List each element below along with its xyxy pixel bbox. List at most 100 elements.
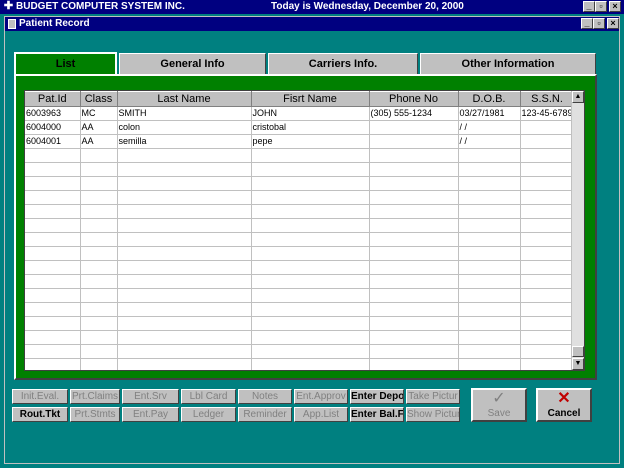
table-cell[interactable] [520,162,575,177]
action-button-prt-claims[interactable]: Prt.Claims [70,389,120,404]
table-cell[interactable] [369,148,459,163]
table-cell[interactable] [117,204,252,219]
table-cell[interactable] [369,288,459,303]
table-cell[interactable]: pepe [251,134,370,149]
grid-scrollbar[interactable]: ▲ ▼ [571,91,584,370]
table-cell[interactable] [25,148,81,163]
table-cell[interactable] [458,302,521,317]
table-cell[interactable] [80,358,118,370]
table-cell[interactable] [25,330,81,345]
action-button-rout-tkt[interactable]: Rout.Tkt [12,407,68,422]
table-cell[interactable]: 6004001 [25,134,81,149]
tab-general-info[interactable]: General Info [119,53,266,75]
table-cell[interactable] [369,190,459,205]
table-cell[interactable] [25,260,81,275]
table-cell[interactable] [117,162,252,177]
col-header-dob[interactable]: D.O.B. [458,91,521,107]
table-cell[interactable] [80,344,118,359]
table-cell[interactable]: semilla [117,134,252,149]
table-cell[interactable] [25,232,81,247]
table-cell[interactable] [80,246,118,261]
table-cell[interactable] [80,162,118,177]
table-cell[interactable] [117,316,252,331]
table-cell[interactable] [458,344,521,359]
table-cell[interactable] [369,302,459,317]
table-cell[interactable] [458,246,521,261]
table-cell[interactable] [80,148,118,163]
table-cell[interactable] [251,330,370,345]
table-cell[interactable] [458,218,521,233]
table-cell[interactable] [251,218,370,233]
table-cell[interactable] [80,218,118,233]
table-cell[interactable] [117,218,252,233]
table-cell[interactable] [369,274,459,289]
table-cell[interactable] [117,232,252,247]
table-cell[interactable] [251,204,370,219]
window-close-icon[interactable]: × [607,18,619,29]
table-cell[interactable] [117,288,252,303]
table-cell[interactable] [369,246,459,261]
table-cell[interactable] [369,176,459,191]
table-cell[interactable] [458,330,521,345]
table-cell[interactable] [251,316,370,331]
col-header-lastname[interactable]: Last Name [117,91,252,107]
table-cell[interactable] [117,176,252,191]
table-cell[interactable] [251,288,370,303]
table-cell[interactable]: MC [80,106,118,121]
table-cell[interactable] [520,246,575,261]
table-cell[interactable] [369,260,459,275]
table-cell[interactable] [117,330,252,345]
table-cell[interactable] [458,190,521,205]
table-row[interactable] [25,232,575,247]
table-cell[interactable]: AA [80,134,118,149]
table-cell[interactable] [25,190,81,205]
table-row[interactable] [25,302,575,317]
table-cell[interactable] [80,260,118,275]
table-cell[interactable] [520,176,575,191]
table-row[interactable] [25,358,575,370]
table-cell[interactable] [458,176,521,191]
table-row[interactable] [25,330,575,345]
col-header-firstname[interactable]: Fisrt Name [251,91,370,107]
table-cell[interactable] [458,358,521,370]
action-button-take-pictur[interactable]: Take Pictur [406,389,460,404]
action-button-ledger[interactable]: Ledger [181,407,236,422]
action-button-enter-depos[interactable]: Enter Depos [350,389,404,404]
tab-carriers-info[interactable]: Carriers Info. [268,53,418,75]
table-cell[interactable] [458,288,521,303]
action-button-enter-bal-fw[interactable]: Enter Bal.Fw [350,407,404,422]
table-cell[interactable] [251,344,370,359]
table-row[interactable]: 6004000 AA colon cristobal / / [25,120,575,135]
table-cell[interactable]: JOHN [251,106,370,121]
table-cell[interactable] [458,232,521,247]
table-cell[interactable] [25,176,81,191]
col-header-ssn[interactable]: S.S.N. [520,91,575,107]
table-cell[interactable] [520,330,575,345]
window-minimize-icon[interactable]: _ [581,18,593,29]
table-cell[interactable] [458,274,521,289]
restore-icon[interactable]: ▫ [595,1,607,12]
table-cell[interactable]: SMITH [117,106,252,121]
table-cell[interactable] [25,316,81,331]
table-cell[interactable] [458,260,521,275]
table-cell[interactable] [80,302,118,317]
table-row[interactable] [25,148,575,163]
table-row[interactable] [25,274,575,289]
table-row[interactable] [25,218,575,233]
action-button-lbl-card[interactable]: Lbl Card [181,389,236,404]
table-cell[interactable] [369,134,459,149]
action-button-ent-srv[interactable]: Ent.Srv [122,389,179,404]
table-cell[interactable] [251,260,370,275]
table-cell[interactable] [369,162,459,177]
table-cell[interactable]: colon [117,120,252,135]
table-cell[interactable] [25,358,81,370]
scroll-up-icon[interactable]: ▲ [572,91,584,103]
table-cell[interactable] [25,218,81,233]
action-button-app-list[interactable]: App.List [294,407,348,422]
table-cell[interactable] [520,358,575,370]
table-cell[interactable] [251,190,370,205]
table-cell[interactable] [25,302,81,317]
table-cell[interactable] [25,344,81,359]
table-cell[interactable] [458,204,521,219]
action-button-notes[interactable]: Notes [238,389,292,404]
